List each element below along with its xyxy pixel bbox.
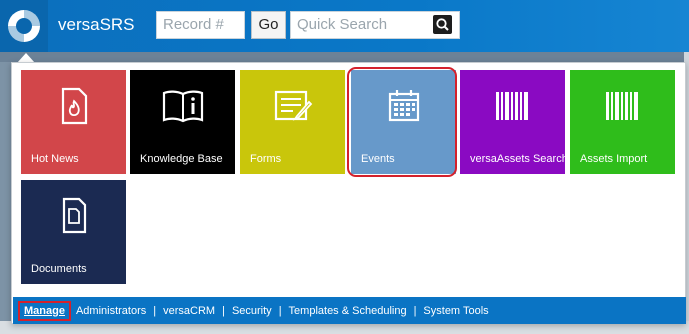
tile-hot-news[interactable]: Hot News	[21, 70, 126, 174]
tile-knowledge-base[interactable]: Knowledge Base	[130, 70, 235, 174]
app-logo[interactable]	[0, 0, 48, 52]
separator: |	[413, 304, 417, 317]
barcode-icon	[605, 92, 638, 120]
calendar-icon	[388, 90, 419, 122]
apps-menu-panel: Hot News Knowledge Base Forms Events ver…	[11, 62, 686, 324]
logo-icon	[8, 10, 40, 42]
barcode-icon	[495, 92, 528, 120]
separator: |	[278, 304, 282, 317]
go-button[interactable]: Go	[251, 11, 286, 39]
tile-label: Forms	[250, 153, 282, 165]
tile-events[interactable]: Events	[351, 70, 456, 174]
app-title: versaSRS	[58, 15, 135, 34]
search-button[interactable]	[433, 15, 452, 34]
top-bar: versaSRS Record # Go Quick Search	[0, 0, 689, 52]
document-icon	[62, 197, 86, 234]
background-page	[0, 52, 689, 62]
nav-link-manage[interactable]: Manage	[18, 300, 71, 321]
tile-versaassets-search[interactable]: versaAssets Search	[460, 70, 568, 174]
nav-link-administrators[interactable]: Administrators	[76, 305, 146, 317]
tile-label: Events	[361, 153, 395, 165]
manage-nav-bar: Manage Administrators | versaCRM | Secur…	[13, 297, 686, 324]
tile-assets-import[interactable]: Assets Import	[570, 70, 675, 174]
tile-label: Assets Import	[580, 153, 648, 165]
book-info-icon	[162, 90, 203, 123]
fire-document-icon	[61, 87, 87, 125]
nav-link-versacrm[interactable]: versaCRM	[163, 305, 215, 317]
tile-documents[interactable]: Documents	[21, 180, 126, 284]
nav-link-security[interactable]: Security	[232, 305, 272, 317]
tile-label: versaAssets Search	[470, 153, 568, 165]
tile-label: Hot News	[31, 153, 79, 165]
search-icon	[436, 18, 449, 31]
tile-label: Knowledge Base	[140, 153, 223, 165]
separator: |	[153, 304, 157, 317]
separator: |	[222, 304, 225, 317]
record-number-input[interactable]: Record #	[156, 11, 245, 39]
tile-label: Documents	[31, 263, 87, 275]
nav-link-system-tools[interactable]: System Tools	[423, 305, 488, 317]
form-icon	[274, 90, 312, 121]
tile-forms[interactable]: Forms	[240, 70, 345, 174]
nav-link-templates-scheduling[interactable]: Templates & Scheduling	[289, 305, 407, 317]
